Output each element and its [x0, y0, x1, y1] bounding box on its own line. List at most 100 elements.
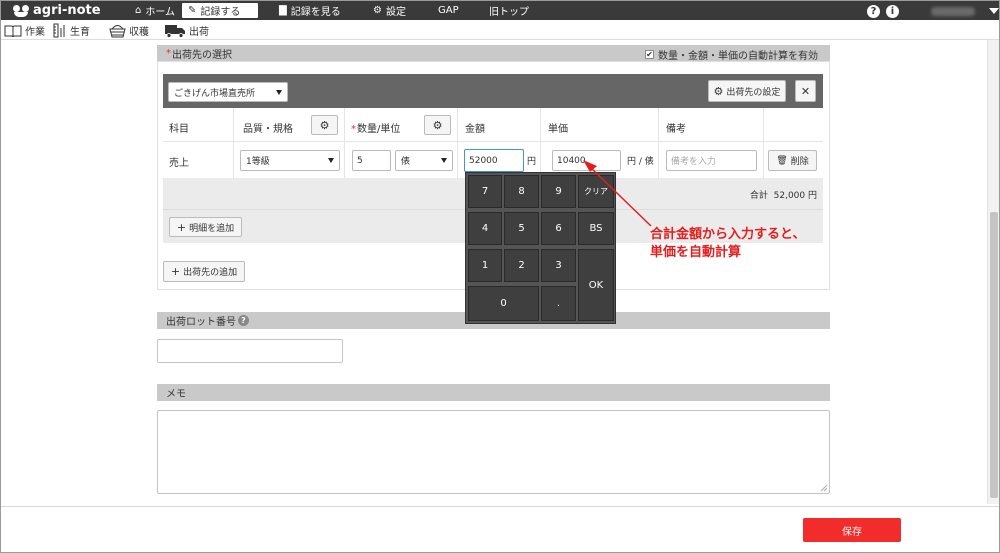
line-items-header: 科目 品質・規格 ⚙ *数量/単位 ⚙ 金額 単価 備考 [163, 108, 823, 142]
quantity-input[interactable]: 5 [352, 150, 391, 171]
amount-value: 52000 [469, 155, 498, 166]
key-9[interactable]: 9 [541, 175, 576, 208]
dropdown-arrow-icon [441, 158, 447, 163]
page-scrollbar[interactable] [987, 40, 999, 504]
add-destination-button[interactable]: + 出荷先の追加 [163, 261, 245, 282]
quality-value: 1等級 [246, 157, 270, 167]
delete-row-button[interactable]: 🗑 削除 [768, 150, 817, 171]
nav-home-label: ホーム [145, 7, 176, 18]
amount-input[interactable]: 52000 [464, 149, 524, 172]
key-ok[interactable]: OK [578, 249, 614, 321]
gear-icon: ⚙ [713, 84, 724, 98]
unit-price-unit: 円 / 俵 [627, 157, 654, 167]
nav-settings[interactable]: ⚙ 設定 [367, 3, 412, 18]
gear-icon: ⚙ [373, 5, 382, 16]
auto-calc-toggle[interactable]: ✔ 数量・金額・単価の自動計算を有効 [645, 47, 818, 62]
frog-logo-icon [13, 4, 29, 17]
auto-calc-checkbox[interactable]: ✔ [645, 50, 654, 59]
col-quality: 品質・規格 [243, 124, 293, 135]
key-4[interactable]: 4 [468, 212, 502, 245]
total-label: 合計 [749, 191, 768, 201]
destination-bar: ごきげん市場直売所 ⚙ 出荷先の設定 ✕ [163, 74, 823, 108]
total-display: 合計 52,000 円 [750, 188, 817, 201]
nav-home[interactable]: ⌂ ホーム [129, 3, 181, 18]
row-subject: 売上 [169, 158, 189, 169]
key-backspace[interactable]: BS [578, 212, 614, 245]
user-name-redacted[interactable] [931, 6, 975, 16]
add-destination-label: 出荷先の追加 [183, 268, 238, 278]
unit-settings-button[interactable]: ⚙ [424, 115, 451, 135]
destination-select[interactable]: ごきげん市場直売所 [168, 82, 288, 102]
col-subject: 科目 [169, 124, 189, 135]
nav-gap[interactable]: GAP [432, 3, 465, 18]
resize-handle-icon[interactable] [820, 484, 828, 492]
gear-icon: ⚙ [319, 118, 330, 132]
add-line-button[interactable]: + 明細を追加 [169, 217, 242, 237]
nav-old-top[interactable]: 旧トップ [483, 3, 535, 18]
help-icon[interactable]: ? [867, 4, 880, 18]
col-quantity-label: 数量/単位 [357, 124, 401, 135]
key-8[interactable]: 8 [504, 175, 539, 208]
basket-icon [109, 24, 126, 37]
destination-settings-button[interactable]: ⚙ 出荷先の設定 [708, 80, 786, 102]
ruler-chart-icon [53, 23, 65, 37]
destination-settings-label: 出荷先の設定 [726, 87, 781, 98]
quantity-value: 5 [357, 155, 363, 166]
record-type-toolbar: 作業 生育 収穫 出荷 [1, 20, 999, 40]
book-icon [4, 25, 22, 37]
total-value: 52,000 円 [773, 191, 817, 201]
document-icon: ▇ [279, 5, 287, 16]
key-0[interactable]: 0 [468, 286, 539, 321]
nav-settings-label: 設定 [385, 7, 406, 18]
unit-price-input[interactable]: 10400 [552, 150, 621, 171]
quality-select[interactable]: 1等級 [240, 150, 340, 171]
nav-view-records[interactable]: ▇ 記録を見る [273, 3, 347, 18]
home-icon: ⌂ [135, 5, 142, 16]
lot-section-title: 出荷ロット番号 [166, 317, 236, 328]
key-7[interactable]: 7 [468, 175, 502, 208]
info-icon[interactable]: i [886, 4, 899, 18]
auto-calc-label: 数量・金額・単価の自動計算を有効 [658, 51, 818, 62]
lot-number-input[interactable] [157, 339, 343, 363]
nav-record[interactable]: ✎ 記録する [182, 3, 258, 18]
annotation-line-2: 単価を自動計算 [650, 245, 742, 260]
nav-right-group: ? i [867, 4, 999, 18]
key-3[interactable]: 3 [541, 249, 576, 282]
nav-old-top-label: 旧トップ [489, 7, 529, 18]
save-button[interactable]: 保存 [803, 518, 901, 542]
subnav-shipping[interactable]: 出荷 [164, 22, 209, 38]
close-destination-button[interactable]: ✕ [795, 80, 816, 102]
key-2[interactable]: 2 [504, 249, 539, 282]
key-1[interactable]: 1 [468, 249, 502, 282]
add-line-label: 明細を追加 [189, 223, 235, 234]
footer-bar: 保存 [1, 506, 999, 552]
key-decimal[interactable]: . [541, 286, 576, 321]
plus-icon: + [176, 220, 187, 234]
col-quantity: *数量/単位 [351, 124, 401, 135]
numeric-keypad: 7 8 9 クリア 4 5 6 BS 1 2 3 OK 0 . [465, 172, 616, 324]
help-icon[interactable]: ? [238, 315, 249, 326]
chevron-down-icon[interactable] [989, 8, 999, 14]
key-5[interactable]: 5 [504, 212, 539, 245]
plus-icon: + [170, 265, 181, 278]
note-input[interactable]: 備考を入力 [666, 150, 757, 171]
close-icon: ✕ [800, 84, 811, 98]
subnav-growth[interactable]: 生育 [53, 22, 90, 38]
scrollbar-thumb[interactable] [990, 212, 998, 498]
unit-select[interactable]: 俵 [395, 150, 453, 171]
required-mark: * [166, 48, 171, 59]
key-clear[interactable]: クリア [578, 175, 614, 208]
note-placeholder: 備考を入力 [671, 157, 717, 167]
subnav-growth-label: 生育 [70, 26, 90, 38]
pencil-icon: ✎ [188, 5, 197, 16]
memo-textarea[interactable] [157, 410, 830, 494]
subnav-harvest[interactable]: 収穫 [109, 22, 149, 38]
key-6[interactable]: 6 [541, 212, 576, 245]
col-amount: 金額 [465, 124, 485, 135]
quality-settings-button[interactable]: ⚙ [311, 115, 338, 135]
brand-logo[interactable]: agri-note [13, 2, 101, 19]
subnav-work[interactable]: 作業 [4, 22, 45, 38]
amount-unit: 円 [527, 157, 537, 167]
trash-icon: 🗑 [776, 155, 788, 166]
col-unit-price: 単価 [548, 124, 568, 135]
